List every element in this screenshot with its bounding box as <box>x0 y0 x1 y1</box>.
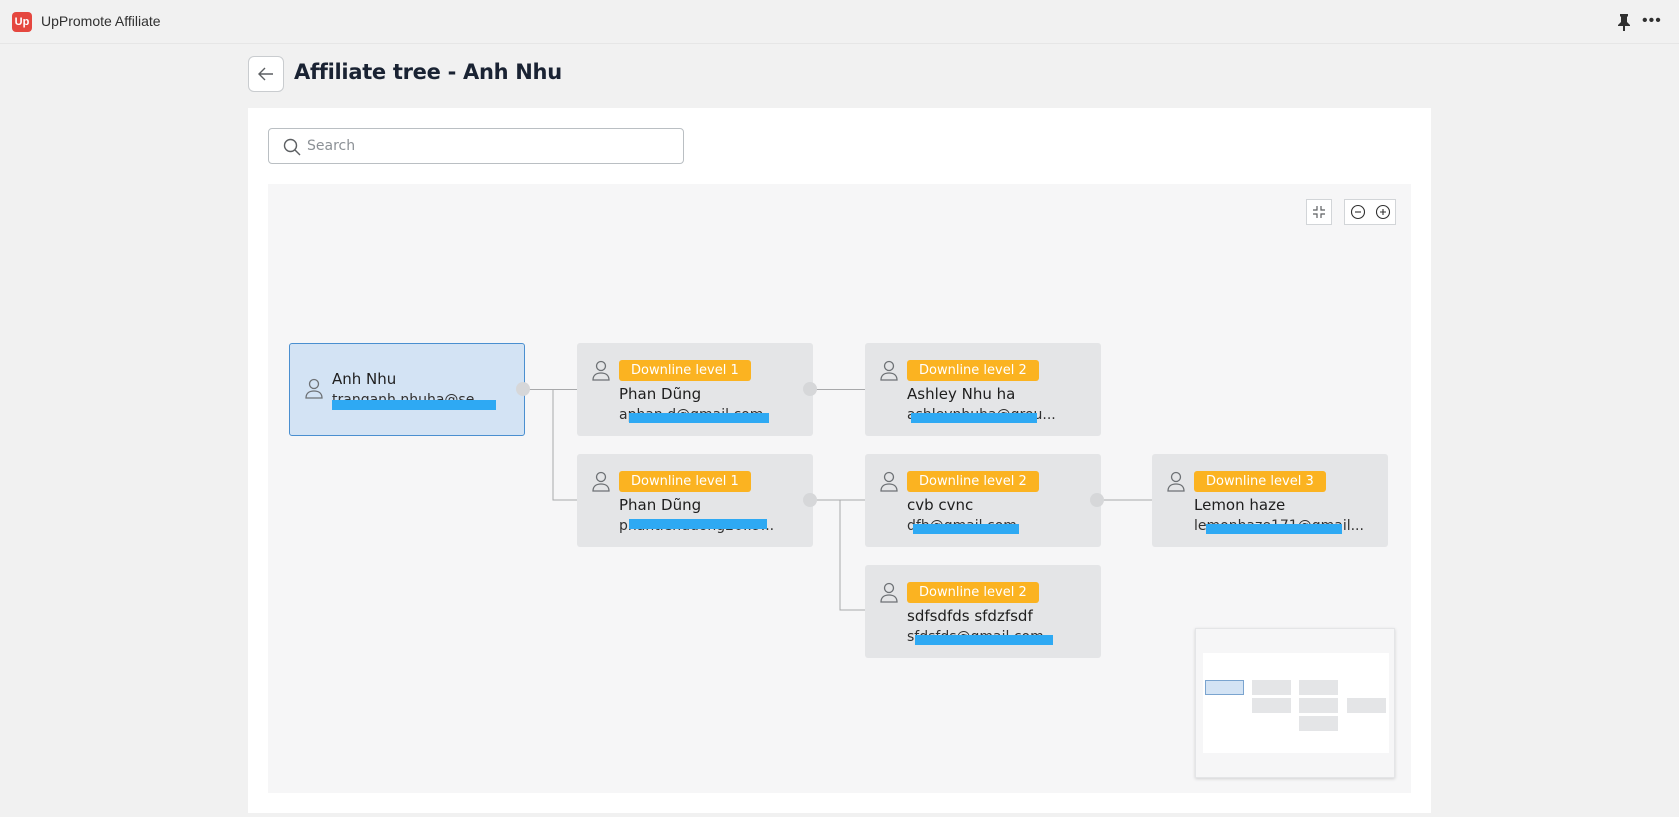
user-icon <box>1167 471 1185 492</box>
user-icon <box>592 360 610 381</box>
minimap-node <box>1252 698 1291 713</box>
node-name: Phan Dũng <box>619 496 702 514</box>
email-redaction <box>915 635 1053 645</box>
minimap-node <box>1299 716 1338 731</box>
app-logo-icon: Up <box>12 12 32 32</box>
email-redaction <box>332 400 496 410</box>
level-badge: Downline level 2 <box>907 582 1039 603</box>
fit-view-button[interactable] <box>1306 199 1332 225</box>
node-name: Lemon haze <box>1194 496 1286 514</box>
search-field[interactable] <box>268 128 684 164</box>
more-options-icon[interactable]: ••• <box>1642 12 1662 30</box>
user-icon <box>880 582 898 603</box>
minimap-node <box>1347 698 1386 713</box>
collapse-icon <box>1313 206 1325 218</box>
minimap[interactable] <box>1195 628 1395 778</box>
user-icon <box>305 378 323 399</box>
minimap-node <box>1299 698 1338 713</box>
tree-node[interactable]: Downline level 2 sdfsdfds sfdzfsdf sfdsf… <box>865 565 1101 658</box>
node-name: Ashley Nhu ha <box>907 385 1016 403</box>
zoom-out-button[interactable] <box>1345 200 1370 224</box>
node-name: cvb cvnc <box>907 496 974 514</box>
zoom-in-button[interactable] <box>1370 200 1395 224</box>
tree-node-root[interactable]: Anh Nhu tranganh.nhuha@se... <box>289 343 525 436</box>
node-name: sdfsdfds sfdzfsdf <box>907 607 1033 625</box>
expand-handle[interactable] <box>516 382 530 396</box>
back-button[interactable] <box>248 56 284 92</box>
search-input[interactable] <box>307 129 677 163</box>
page-title: Affiliate tree - Anh Nhu <box>294 60 562 84</box>
level-badge: Downline level 2 <box>907 471 1039 492</box>
user-icon <box>880 471 898 492</box>
tree-node[interactable]: Downline level 1 Phan Dũng phantienduong… <box>577 454 813 547</box>
node-name: Phan Dũng <box>619 385 702 403</box>
level-badge: Downline level 3 <box>1194 471 1326 492</box>
tree-node[interactable]: Downline level 3 Lemon haze lemonhaze171… <box>1152 454 1388 547</box>
zoom-controls <box>1344 199 1396 225</box>
minus-circle-icon <box>1350 204 1365 220</box>
tree-node[interactable]: Downline level 1 Phan Dũng aphan.d@gmail… <box>577 343 813 436</box>
level-badge: Downline level 1 <box>619 360 751 381</box>
expand-handle[interactable] <box>803 382 817 396</box>
plus-circle-icon <box>1375 204 1390 220</box>
app-titlebar: Up UpPromote Affiliate ••• <box>0 0 1679 44</box>
pin-icon[interactable] <box>1615 12 1633 32</box>
level-badge: Downline level 2 <box>907 360 1039 381</box>
search-icon <box>283 138 301 156</box>
tree-node[interactable]: Downline level 2 Ashley Nhu ha ashleynhu… <box>865 343 1101 436</box>
user-icon <box>592 471 610 492</box>
user-icon <box>880 360 898 381</box>
email-redaction <box>629 413 769 423</box>
minimap-node <box>1299 680 1338 695</box>
arrow-left-icon <box>258 67 273 81</box>
tree-node[interactable]: Downline level 2 cvb cvnc dfh@gmail.com <box>865 454 1101 547</box>
app-title: UpPromote Affiliate <box>41 13 161 29</box>
minimap-node <box>1252 680 1291 695</box>
email-redaction <box>911 413 1037 423</box>
expand-handle[interactable] <box>803 493 817 507</box>
expand-handle[interactable] <box>1090 493 1104 507</box>
email-redaction <box>1206 524 1342 534</box>
minimap-node <box>1205 680 1244 695</box>
level-badge: Downline level 1 <box>619 471 751 492</box>
email-redaction <box>913 524 1019 534</box>
email-redaction <box>629 519 767 529</box>
node-name: Anh Nhu <box>332 370 397 388</box>
minimap-viewport[interactable] <box>1203 653 1389 753</box>
